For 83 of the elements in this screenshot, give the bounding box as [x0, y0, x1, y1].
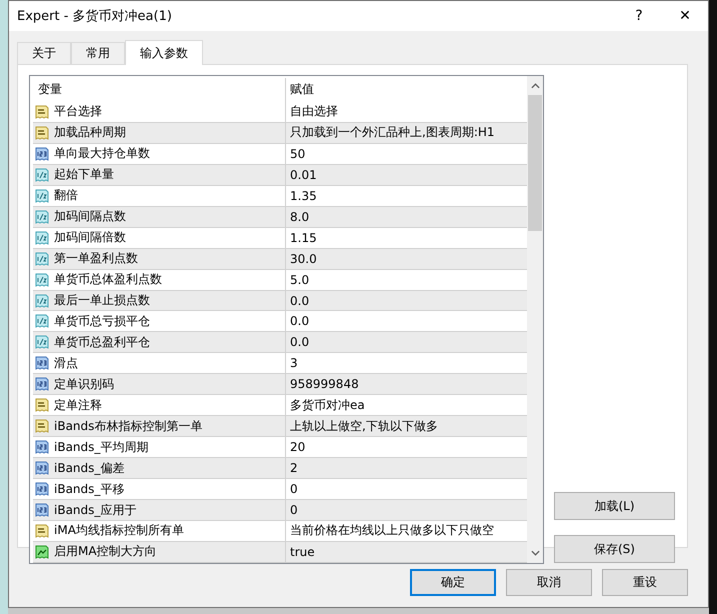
double-type-icon	[35, 210, 49, 224]
int-type-icon	[35, 146, 49, 161]
parameter-name: 加载品种周期	[54, 124, 126, 142]
int-type-icon	[35, 482, 49, 496]
parameter-name: iBands_偏差	[54, 460, 124, 477]
double-type-icon	[35, 335, 49, 350]
parameter-name: iMA均线指标控制所有单	[54, 522, 184, 540]
double-type-icon	[35, 272, 49, 287]
double-type-icon	[35, 252, 49, 266]
parameter-value: 30.0	[290, 252, 317, 266]
scroll-down-icon[interactable]	[530, 550, 540, 556]
int-type-icon	[35, 377, 49, 392]
parameter-name: 启用MA控制大方向	[54, 543, 157, 560]
int-type-icon	[35, 440, 49, 454]
parameter-value: 5.0	[290, 272, 310, 287]
tab[interactable]: 关于	[17, 42, 71, 64]
double-type-icon	[35, 230, 49, 245]
parameter-name: iBands_应用于	[54, 502, 136, 519]
tab[interactable]: 常用	[71, 42, 125, 64]
column-header: 变量	[33, 78, 286, 102]
parameter-value: 1.15	[290, 230, 317, 245]
parameter-value: 8.0	[290, 210, 310, 224]
parameter-value: 50	[290, 146, 306, 161]
int-type-icon	[35, 461, 49, 476]
parameter-name: iBands_平移	[54, 480, 124, 498]
parameter-value: 1.35	[290, 188, 317, 203]
string-type-icon	[35, 524, 49, 538]
parameter-name: 加码间隔点数	[54, 208, 126, 226]
parameter-value: 0.0	[290, 294, 310, 308]
string-type-icon	[35, 419, 49, 434]
scroll-thumb[interactable]	[528, 95, 542, 231]
side-button[interactable]: 保存(S)	[554, 535, 675, 563]
double-type-icon	[35, 314, 49, 328]
parameter-value: 0.0	[290, 335, 310, 350]
parameter-name: 单货币总亏损平仓	[54, 312, 150, 330]
side-button[interactable]: 加载(L)	[554, 492, 675, 520]
parameter-value: 当前价格在均线以上只做多以下只做空	[290, 522, 494, 540]
tab[interactable]: 输入参数	[125, 40, 203, 65]
string-type-icon	[35, 104, 49, 119]
window-title: Expert - 多货币对冲ea(1)	[17, 8, 173, 25]
parameter-value: 0	[290, 503, 298, 518]
double-type-icon	[35, 294, 49, 308]
double-type-icon	[35, 168, 49, 182]
parameter-value: 多货币对冲ea	[290, 396, 365, 414]
scroll-up-icon[interactable]	[530, 83, 540, 89]
parameter-value: true	[290, 544, 315, 559]
parameter-value: 958999848	[290, 377, 359, 392]
parameter-value: 0.0	[290, 314, 310, 328]
parameter-name: 平台选择	[54, 103, 102, 120]
parameter-name: 定单识别码	[54, 376, 114, 393]
dialog-button[interactable]: 取消	[506, 569, 592, 596]
double-type-icon	[35, 188, 49, 203]
parameter-value: 0	[290, 482, 298, 496]
dialog-button[interactable]: 确定	[410, 569, 496, 596]
string-type-icon	[35, 398, 49, 412]
parameter-name: 定单注释	[54, 396, 102, 414]
parameter-name: 起始下单量	[54, 166, 114, 184]
parameter-value: 3	[290, 356, 298, 370]
parameter-value: 2	[290, 461, 298, 476]
parameter-value: 自由选择	[290, 103, 338, 120]
column-header: 赋值	[289, 81, 315, 98]
close-button[interactable]: ✕	[662, 1, 708, 31]
parameter-value: 20	[290, 440, 306, 454]
parameter-name: 滑点	[54, 354, 78, 372]
parameter-name: iBands布林指标控制第一单	[54, 418, 202, 435]
parameter-name: iBands_平均周期	[54, 438, 148, 456]
parameter-name: 加码间隔倍数	[54, 229, 126, 246]
parameter-name: 单货币总盈利平仓	[54, 334, 150, 351]
scrollbar[interactable]	[527, 76, 543, 563]
parameter-name: 单向最大持仓单数	[54, 145, 150, 162]
parameter-value: 0.01	[290, 168, 317, 182]
parameter-name: 最后一单止损点数	[54, 292, 150, 309]
parameter-name: 翻倍	[54, 187, 78, 204]
parameter-name: 第一单盈利点数	[54, 250, 138, 268]
bool-type-icon	[35, 544, 49, 559]
dialog-button[interactable]: 重设	[602, 569, 688, 596]
string-type-icon	[35, 126, 49, 140]
int-type-icon	[35, 503, 49, 518]
int-type-icon	[35, 356, 49, 370]
help-button[interactable]: ?	[616, 1, 662, 31]
parameter-value: 只加载到一个外汇品种上,图表周期:H1	[290, 124, 495, 142]
parameter-value: 上轨以上做空,下轨以下做多	[290, 418, 438, 435]
parameter-name: 单货币总体盈利点数	[54, 271, 162, 288]
